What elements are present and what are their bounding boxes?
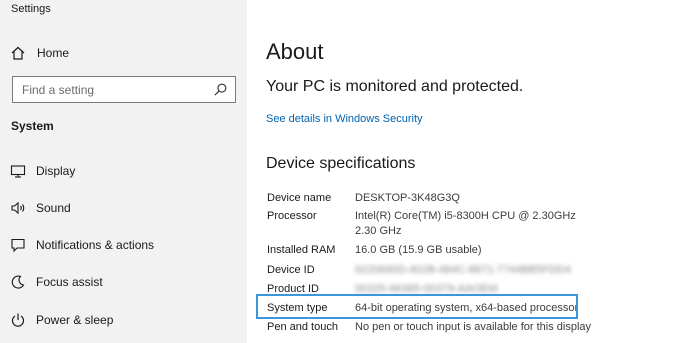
section-label: System (11, 119, 54, 133)
focus-assist-icon (11, 275, 25, 289)
search-icon[interactable] (213, 82, 228, 97)
sidebar-item-label: Display (36, 164, 76, 178)
device-specs-heading: Device specifications (266, 155, 416, 172)
search-placeholder: Find a setting (22, 83, 95, 97)
sidebar-item-sound[interactable]: Sound (10, 197, 240, 219)
window-title: Settings (11, 3, 51, 15)
spec-value: 6220690D-402B-484C-8871-7744BB5FDD4 (355, 264, 571, 276)
windows-security-link[interactable]: See details in Windows Security (266, 113, 423, 125)
home-label: Home (37, 46, 70, 60)
spec-value: Intel(R) Core(TM) i5-8300H CPU @ 2.30GHz… (355, 210, 576, 237)
sidebar-item-label: Sound (36, 201, 71, 215)
page-title: About (266, 39, 324, 64)
sidebar-item-label: Notifications & actions (36, 238, 155, 252)
spec-key: Device name (267, 192, 332, 204)
system-type-highlight (256, 294, 578, 319)
spec-value: DESKTOP-3K48G3Q (355, 192, 460, 204)
main-content: About Your PC is monitored and protected… (247, 0, 680, 343)
sidebar: Settings Home Find a setting System Disp… (0, 0, 247, 343)
spec-key: Processor (267, 210, 317, 222)
search-input[interactable]: Find a setting (12, 76, 236, 103)
sidebar-item-display[interactable]: Display (10, 160, 240, 182)
sound-icon (11, 201, 25, 215)
spec-key: Installed RAM (267, 244, 336, 256)
spec-value: 16.0 GB (15.9 GB usable) (355, 244, 482, 256)
home-nav-item[interactable]: Home (10, 42, 69, 64)
sidebar-item-power-sleep[interactable]: Power & sleep (10, 309, 240, 331)
protection-status: Your PC is monitored and protected. (266, 78, 524, 95)
sidebar-item-focus-assist[interactable]: Focus assist (10, 271, 240, 293)
power-icon (11, 313, 25, 327)
sidebar-item-label: Focus assist (36, 275, 103, 289)
spec-value: No pen or touch input is available for t… (355, 321, 592, 333)
home-icon (11, 46, 25, 60)
sidebar-item-notifications[interactable]: Notifications & actions (10, 234, 240, 256)
sidebar-item-label: Power & sleep (36, 313, 114, 327)
spec-key: Device ID (267, 264, 315, 276)
notifications-icon (11, 238, 25, 253)
display-icon (10, 165, 26, 178)
spec-key: Pen and touch (267, 321, 338, 333)
